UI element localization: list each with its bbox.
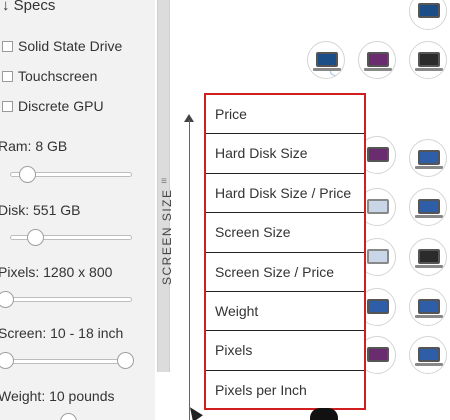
gpu-label: Discrete GPU: [18, 98, 104, 114]
product-thumbnail[interactable]: [409, 288, 447, 326]
laptop-icon: [418, 347, 440, 362]
laptop-base-icon: [364, 68, 392, 71]
menu-option-weight[interactable]: Weight: [206, 292, 364, 332]
laptop-icon: [367, 52, 389, 67]
ssd-label: Solid State Drive: [18, 38, 123, 54]
laptop-base-icon: [415, 363, 443, 366]
panel-splitter[interactable]: ≡: [157, 0, 170, 372]
product-thumbnail[interactable]: [409, 0, 447, 30]
gpu-checkbox[interactable]: [2, 100, 13, 112]
disk-slider-handle[interactable]: [27, 229, 44, 246]
product-thumbnail[interactable]: [310, 408, 338, 420]
touchscreen-label: Touchscreen: [18, 68, 98, 84]
ssd-filter[interactable]: Solid State Drive: [2, 38, 122, 54]
laptop-icon: [418, 3, 440, 18]
axis-dropdown-menu: Price Hard Disk Size Hard Disk Size / Pr…: [204, 93, 366, 410]
grip-icon[interactable]: ≡: [161, 177, 167, 187]
laptop-base-icon: [415, 215, 443, 218]
menu-option-screen-size-price[interactable]: Screen Size / Price: [206, 253, 364, 292]
menu-option-price[interactable]: Price: [206, 95, 364, 135]
menu-option-pixels[interactable]: Pixels: [206, 331, 364, 371]
laptop-icon: [418, 199, 440, 214]
product-thumbnail[interactable]: [409, 139, 447, 177]
mouse-cursor-icon: [185, 403, 203, 420]
product-thumbnail[interactable]: [409, 41, 447, 79]
disk-slider-label: Disk: 551 GB: [0, 202, 81, 218]
ssd-checkbox[interactable]: [2, 40, 13, 52]
pixels-slider-handle[interactable]: [0, 291, 14, 308]
laptop-icon: [316, 52, 342, 76]
laptop-base-icon: [415, 265, 443, 268]
screen-slider-min-handle[interactable]: [0, 352, 14, 369]
menu-option-pixels-per-inch[interactable]: Pixels per Inch: [206, 371, 364, 410]
screen-slider-label: Screen: 10 - 18 inch: [0, 325, 124, 341]
laptop-icon: [367, 299, 389, 314]
laptop-base-icon: [415, 315, 443, 318]
laptop-base-icon: [415, 166, 443, 169]
product-thumbnail[interactable]: [409, 188, 447, 226]
touchscreen-filter[interactable]: Touchscreen: [2, 68, 97, 84]
ram-slider-label: Ram: 8 GB: [0, 138, 68, 154]
menu-option-screen-size[interactable]: Screen Size: [206, 213, 364, 253]
menu-option-hard-disk-size-price[interactable]: Hard Disk Size / Price: [206, 174, 364, 214]
weight-slider-handle[interactable]: [60, 413, 77, 420]
ram-slider-handle[interactable]: [19, 166, 36, 183]
laptop-icon: [418, 249, 440, 264]
menu-option-hard-disk-size[interactable]: Hard Disk Size: [206, 134, 364, 174]
laptop-icon: [367, 199, 389, 214]
y-axis-line: [189, 120, 190, 420]
laptop-base-icon: [313, 68, 341, 71]
gpu-filter[interactable]: Discrete GPU: [2, 98, 104, 114]
laptop-base-icon: [415, 68, 443, 71]
laptop-icon: [418, 150, 440, 165]
screen-slider-track[interactable]: [0, 359, 132, 364]
laptop-icon: [418, 52, 440, 67]
pixels-slider-label: Pixels: 1280 x 800: [0, 264, 113, 280]
touchscreen-checkbox[interactable]: [2, 70, 13, 82]
product-thumbnail[interactable]: [409, 238, 447, 276]
laptop-icon: [367, 347, 389, 362]
y-axis-label[interactable]: SCREEN SIZE: [160, 188, 174, 285]
weight-slider-label: Weight: 10 pounds: [0, 388, 115, 404]
product-thumbnail[interactable]: [358, 41, 396, 79]
product-thumbnail[interactable]: [307, 41, 345, 79]
filter-panel: ↓ Specs Solid State Drive Touchscreen Di…: [0, 0, 155, 420]
pixels-slider-track[interactable]: [0, 297, 132, 302]
laptop-icon: [367, 249, 389, 264]
laptop-icon: [418, 299, 440, 314]
screen-slider-max-handle[interactable]: [117, 352, 134, 369]
specs-heading[interactable]: ↓ Specs: [2, 0, 55, 14]
laptop-icon: [367, 147, 389, 162]
product-thumbnail[interactable]: [409, 336, 447, 374]
